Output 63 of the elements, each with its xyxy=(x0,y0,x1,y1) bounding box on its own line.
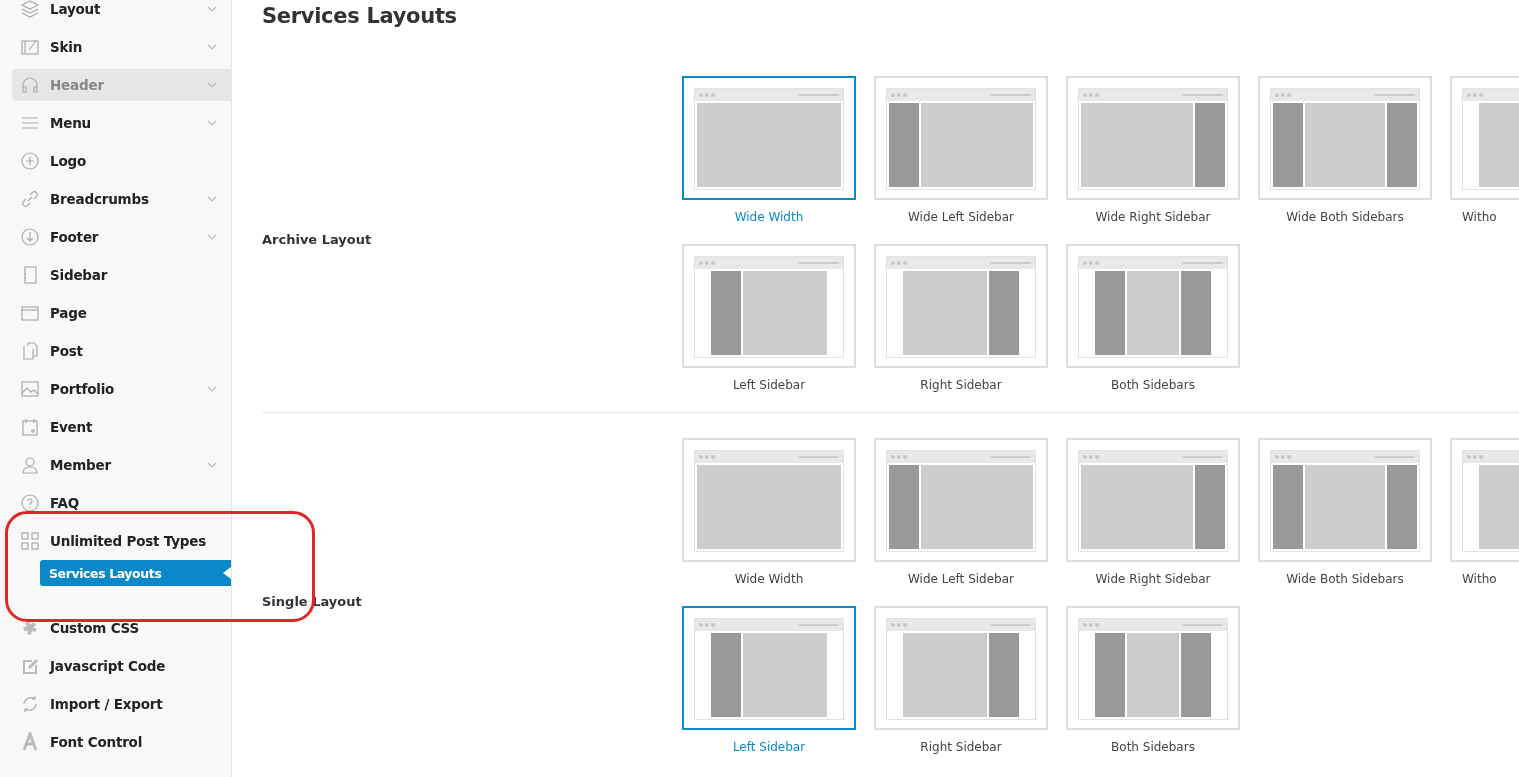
plus-circle-icon xyxy=(20,151,40,171)
option-label: Wide Both Sidebars xyxy=(1285,571,1405,588)
menu-item[interactable]: Javascript Code xyxy=(12,650,231,682)
option-label: Wide Width xyxy=(733,571,805,588)
menu-item[interactable]: Skin xyxy=(12,31,231,63)
layout-option[interactable] xyxy=(682,606,856,730)
layers-icon xyxy=(20,0,40,19)
chevron-down-icon xyxy=(207,6,217,12)
chevron-down-icon xyxy=(207,44,217,50)
grid-icon xyxy=(20,531,40,551)
menu-item[interactable]: Portfolio xyxy=(12,373,231,405)
pencil-frame-icon xyxy=(20,37,40,57)
documents-icon xyxy=(20,341,40,361)
submenu-item[interactable]: Services Layouts xyxy=(40,560,231,586)
option-label: Both Sidebars xyxy=(1110,377,1196,394)
question-circle-icon xyxy=(20,493,40,513)
chevron-down-icon xyxy=(207,462,217,468)
section-label: Archive Layout xyxy=(262,231,373,247)
menu-item[interactable]: Page xyxy=(12,297,231,329)
option-label: Wide Right Sidebar xyxy=(1094,209,1212,226)
edit-icon xyxy=(20,656,40,676)
menu-item[interactable]: Unlimited Post Types xyxy=(12,525,231,557)
chevron-down-icon xyxy=(207,196,217,202)
option-label: Wide Both Sidebars xyxy=(1285,209,1405,226)
option-label: Right Sidebar xyxy=(919,377,1003,394)
menu-item[interactable]: Menu xyxy=(12,107,231,139)
option-label: Witho xyxy=(1462,209,1497,226)
refresh-icon xyxy=(20,694,40,714)
option-label: Left Sidebar xyxy=(731,739,807,756)
menu-item[interactable]: Font Control xyxy=(12,726,231,758)
headphones-icon xyxy=(20,75,40,95)
option-label: Right Sidebar xyxy=(919,739,1003,756)
chevron-down-icon xyxy=(207,120,217,126)
menu-item[interactable]: Sidebar xyxy=(12,259,231,291)
menu-item[interactable]: Event xyxy=(12,411,231,443)
image-icon xyxy=(20,379,40,399)
option-label: Wide Width xyxy=(733,209,805,226)
menu-item[interactable]: Post xyxy=(12,335,231,367)
option-label: Wide Left Sidebar xyxy=(907,209,1015,226)
browser-window-icon xyxy=(20,303,40,323)
menu-item[interactable]: Footer xyxy=(12,221,231,253)
layout-option[interactable] xyxy=(682,76,856,200)
chevron-down-icon xyxy=(207,386,217,392)
menu-item[interactable]: Member xyxy=(12,449,231,481)
user-icon xyxy=(20,455,40,475)
menu-item[interactable]: Custom CSS xyxy=(12,612,231,644)
down-arrow-circle-icon xyxy=(20,227,40,247)
menu-item[interactable]: Import / Export xyxy=(12,688,231,720)
chevron-down-icon xyxy=(207,82,217,88)
chevron-down-icon xyxy=(207,234,217,240)
calendar-icon xyxy=(20,417,40,437)
option-label: Witho xyxy=(1462,571,1497,588)
option-label: Wide Left Sidebar xyxy=(907,571,1015,588)
menu-item[interactable]: Logo xyxy=(12,145,231,177)
option-label: Wide Right Sidebar xyxy=(1094,571,1212,588)
option-label: Both Sidebars xyxy=(1110,739,1196,756)
letter-icon xyxy=(20,732,40,752)
option-label: Left Sidebar xyxy=(731,377,807,394)
link-icon xyxy=(20,189,40,209)
menu-item[interactable]: FAQ xyxy=(12,487,231,519)
menu-item[interactable]: Breadcrumbs xyxy=(12,183,231,215)
page-title: Services Layouts xyxy=(262,4,458,30)
menu-item[interactable]: Layout xyxy=(12,0,231,25)
